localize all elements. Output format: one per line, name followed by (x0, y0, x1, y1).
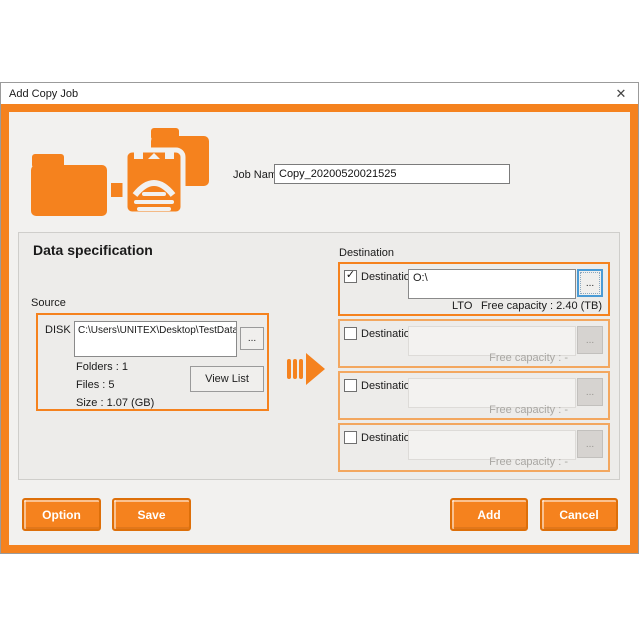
destination1-free-capacity: Free capacity : 2.40 (TB) (481, 300, 602, 312)
destination4-browse-button: ... (577, 430, 603, 458)
disk-label: DISK (45, 324, 71, 336)
orange-frame: Job Name Data specification Source DISK … (1, 104, 638, 553)
destination3-group: Destination3 ... Free capacity : - (338, 371, 610, 420)
source-folder-icon (29, 152, 109, 218)
destination4-free-capacity: Free capacity : - (489, 456, 568, 468)
close-icon[interactable]: ✕ (612, 85, 630, 103)
source-size: Size : 1.07 (GB) (76, 397, 154, 409)
source-folders-count: Folders : 1 (76, 361, 128, 373)
destination2-browse-button: ... (577, 326, 603, 354)
destination1-checkbox[interactable] (344, 270, 357, 283)
flow-arrow-icon (287, 351, 327, 387)
destination4-checkbox[interactable] (344, 431, 357, 444)
destination4-group: Destination4 ... Free capacity : - (338, 423, 610, 472)
destination-tape-folder-icon (121, 122, 217, 218)
destination3-free-capacity: Free capacity : - (489, 404, 568, 416)
save-button[interactable]: Save (112, 498, 191, 531)
data-specification-panel: Data specification Source DISK C:\Users\… (18, 232, 620, 480)
add-button[interactable]: Add (450, 498, 528, 531)
view-list-button[interactable]: View List (190, 366, 264, 392)
destination2-checkbox[interactable] (344, 327, 357, 340)
destination1-browse-button[interactable]: ... (577, 269, 603, 297)
titlebar: Add Copy Job ✕ (1, 83, 638, 104)
add-copy-job-dialog: Add Copy Job ✕ (0, 82, 639, 554)
destination2-group: Destination2 ... Free capacity : - (338, 319, 610, 368)
window-title: Add Copy Job (9, 88, 612, 100)
source-browse-button[interactable]: ... (240, 327, 264, 350)
dialog-content: Job Name Data specification Source DISK … (9, 112, 630, 545)
destination3-checkbox[interactable] (344, 379, 357, 392)
destination1-group: Destination1 O:\ ... LTO Free capacity :… (338, 262, 610, 316)
panel-title: Data specification (33, 242, 153, 258)
source-path-field[interactable]: C:\Users\UNITEX\Desktop\TestData (74, 321, 237, 357)
destination2-free-capacity: Free capacity : - (489, 352, 568, 364)
destination1-media-type: LTO (452, 300, 472, 312)
job-name-input[interactable] (274, 164, 510, 184)
destination3-browse-button: ... (577, 378, 603, 406)
option-button[interactable]: Option (22, 498, 101, 531)
destination1-path-field[interactable]: O:\ (408, 269, 576, 299)
source-files-count: Files : 5 (76, 379, 115, 391)
destination-label: Destination (339, 247, 394, 259)
cancel-button[interactable]: Cancel (540, 498, 618, 531)
source-group: DISK C:\Users\UNITEX\Desktop\TestData ..… (36, 313, 269, 411)
source-label: Source (31, 297, 66, 309)
